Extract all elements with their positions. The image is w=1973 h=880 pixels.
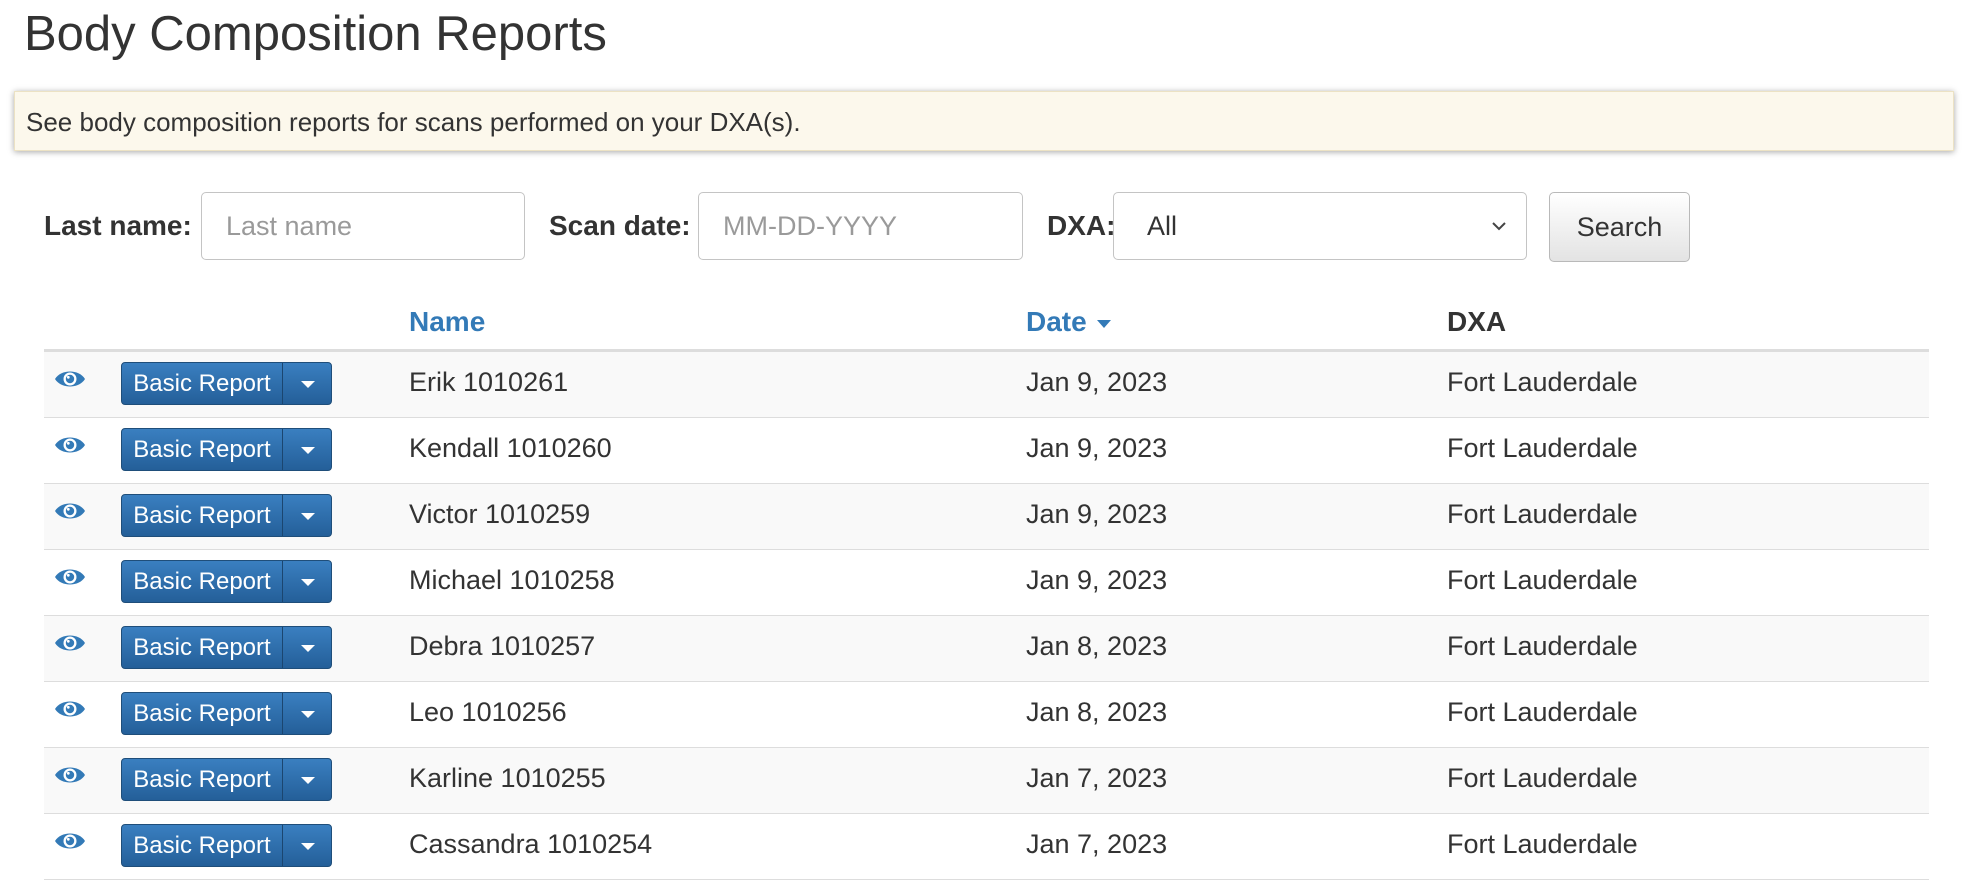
row-date: Jan 9, 2023	[1026, 433, 1168, 463]
row-dxa: Fort Lauderdale	[1447, 829, 1638, 859]
table-row: Basic Report Michael 1010258 Jan 9, 2023…	[44, 550, 1929, 616]
column-header-dxa: DXA	[1447, 306, 1507, 337]
row-dxa: Fort Lauderdale	[1447, 433, 1638, 463]
row-dxa: Fort Lauderdale	[1447, 499, 1638, 529]
caret-down-icon	[301, 645, 315, 652]
caret-down-icon	[301, 513, 315, 520]
eye-icon[interactable]	[54, 433, 86, 457]
row-date: Jan 9, 2023	[1026, 565, 1168, 595]
chevron-down-icon	[1492, 222, 1506, 231]
eye-icon[interactable]	[54, 499, 86, 523]
table-body: Basic Report Erik 1010261 Jan 9, 2023 Fo…	[44, 352, 1929, 880]
report-dropdown-toggle[interactable]	[282, 429, 331, 470]
basic-report-button[interactable]: Basic Report	[122, 825, 282, 866]
last-name-label: Last name:	[44, 210, 192, 241]
sort-caret-icon	[1096, 319, 1111, 328]
caret-down-icon	[301, 711, 315, 718]
row-date: Jan 7, 2023	[1026, 829, 1168, 859]
report-button-group: Basic Report	[121, 692, 332, 735]
eye-icon[interactable]	[54, 367, 86, 391]
report-button-group: Basic Report	[121, 824, 332, 867]
table-row: Basic Report Karline 1010255 Jan 7, 2023…	[44, 748, 1929, 814]
row-date: Jan 8, 2023	[1026, 697, 1168, 727]
search-form: Last name: Scan date: DXA: All Search	[0, 192, 1973, 262]
report-dropdown-toggle[interactable]	[282, 825, 331, 866]
info-banner: See body composition reports for scans p…	[14, 91, 1954, 151]
basic-report-button[interactable]: Basic Report	[122, 495, 282, 536]
search-button[interactable]: Search	[1549, 192, 1690, 262]
row-dxa: Fort Lauderdale	[1447, 631, 1638, 661]
page-title: Body Composition Reports	[24, 7, 607, 61]
dxa-select-value: All	[1147, 211, 1178, 241]
row-dxa: Fort Lauderdale	[1447, 763, 1638, 793]
row-name: Kendall 1010260	[409, 433, 612, 463]
basic-report-button[interactable]: Basic Report	[122, 561, 282, 602]
row-name: Victor 1010259	[409, 499, 591, 529]
table-row: Basic Report Debra 1010257 Jan 8, 2023 F…	[44, 616, 1929, 682]
row-dxa: Fort Lauderdale	[1447, 697, 1638, 727]
table-row: Basic Report Victor 1010259 Jan 9, 2023 …	[44, 484, 1929, 550]
report-dropdown-toggle[interactable]	[282, 627, 331, 668]
report-button-group: Basic Report	[121, 494, 332, 537]
basic-report-button[interactable]: Basic Report	[122, 627, 282, 668]
last-name-input[interactable]	[201, 192, 525, 260]
report-dropdown-toggle[interactable]	[282, 759, 331, 800]
eye-icon[interactable]	[54, 631, 86, 655]
dxa-label: DXA:	[1047, 210, 1116, 241]
column-header-date-label: Date	[1026, 306, 1087, 337]
column-header-name[interactable]: Name	[409, 306, 485, 338]
row-name: Debra 1010257	[409, 631, 596, 661]
basic-report-button[interactable]: Basic Report	[122, 759, 282, 800]
report-button-group: Basic Report	[121, 362, 332, 405]
basic-report-button[interactable]: Basic Report	[122, 429, 282, 470]
table-row: Basic Report Cassandra 1010254 Jan 7, 20…	[44, 814, 1929, 880]
caret-down-icon	[301, 777, 315, 784]
scan-date-label: Scan date:	[549, 210, 691, 241]
eye-icon[interactable]	[54, 697, 86, 721]
row-dxa: Fort Lauderdale	[1447, 565, 1638, 595]
row-date: Jan 8, 2023	[1026, 631, 1168, 661]
eye-icon[interactable]	[54, 763, 86, 787]
caret-down-icon	[301, 579, 315, 586]
table-row: Basic Report Leo 1010256 Jan 8, 2023 For…	[44, 682, 1929, 748]
eye-icon[interactable]	[54, 829, 86, 853]
scan-date-input[interactable]	[698, 192, 1023, 260]
report-dropdown-toggle[interactable]	[282, 561, 331, 602]
table-row: Basic Report Erik 1010261 Jan 9, 2023 Fo…	[44, 352, 1929, 418]
report-button-group: Basic Report	[121, 626, 332, 669]
column-header-name-label: Name	[409, 306, 486, 337]
report-button-group: Basic Report	[121, 428, 332, 471]
report-button-group: Basic Report	[121, 758, 332, 801]
basic-report-button[interactable]: Basic Report	[122, 363, 282, 404]
table-header: Name Date DXA	[44, 297, 1929, 352]
eye-icon[interactable]	[54, 565, 86, 589]
row-dxa: Fort Lauderdale	[1447, 367, 1638, 397]
dxa-select[interactable]: All	[1113, 192, 1527, 260]
row-name: Cassandra 1010254	[409, 829, 653, 859]
row-name: Leo 1010256	[409, 697, 567, 727]
report-dropdown-toggle[interactable]	[282, 363, 331, 404]
table-row: Basic Report Kendall 1010260 Jan 9, 2023…	[44, 418, 1929, 484]
caret-down-icon	[301, 843, 315, 850]
report-dropdown-toggle[interactable]	[282, 693, 331, 734]
caret-down-icon	[301, 381, 315, 388]
column-header-date[interactable]: Date	[1026, 306, 1111, 338]
row-name: Karline 1010255	[409, 763, 606, 793]
row-date: Jan 7, 2023	[1026, 763, 1168, 793]
basic-report-button[interactable]: Basic Report	[122, 693, 282, 734]
row-name: Erik 1010261	[409, 367, 569, 397]
report-button-group: Basic Report	[121, 560, 332, 603]
reports-table: Name Date DXA Basic Report Erik 1010261 …	[44, 297, 1929, 880]
caret-down-icon	[301, 447, 315, 454]
row-date: Jan 9, 2023	[1026, 499, 1168, 529]
report-dropdown-toggle[interactable]	[282, 495, 331, 536]
row-date: Jan 9, 2023	[1026, 367, 1168, 397]
row-name: Michael 1010258	[409, 565, 615, 595]
